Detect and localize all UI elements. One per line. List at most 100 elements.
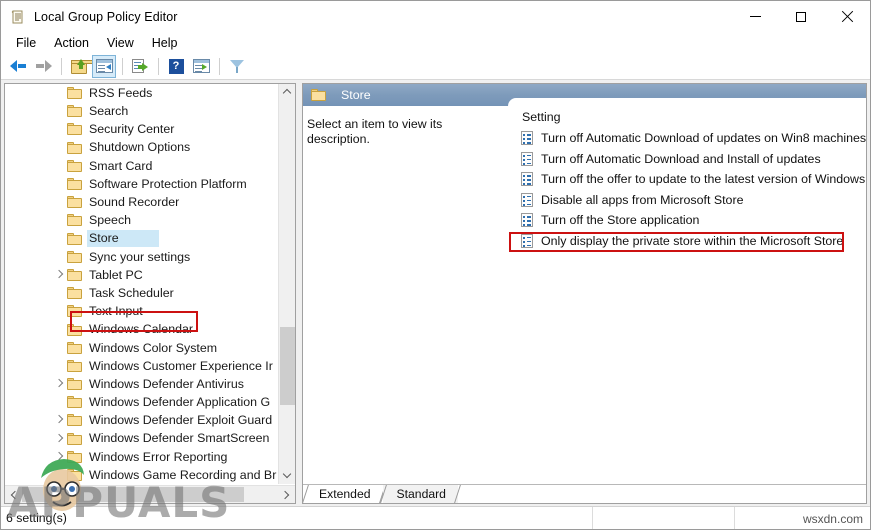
minimize-button[interactable] [732,1,778,32]
maximize-button[interactable] [778,1,824,32]
tree-item[interactable]: Windows Error Reporting [5,448,277,466]
tab-extended[interactable]: Extended [303,485,386,503]
tree-item[interactable]: Smart Card [5,157,277,175]
toolbar-separator-1 [61,57,62,75]
folder-icon [67,87,82,100]
tree-horizontal-scrollbar[interactable] [5,485,295,503]
tree-item[interactable]: RSS Feeds [5,84,277,102]
tree-item-label: RSS Feeds [89,85,153,100]
forward-arrow-icon [35,59,52,73]
tree-item-label: Windows Defender Antivirus [89,376,244,391]
tree-item[interactable]: Security Center [5,120,277,138]
up-one-level-button[interactable] [67,55,99,78]
tree-item[interactable]: Text Input [5,302,277,320]
tree-item[interactable]: Windows Color System [5,339,277,357]
setting-row[interactable]: Turn off Automatic Download of updates o… [509,128,866,149]
tree-item-label: Store [87,230,159,247]
tree-item[interactable]: Windows Defender Exploit Guard [5,411,277,429]
folder-icon [67,159,82,172]
status-bar: 6 setting(s) wsxdn.com [1,506,870,529]
tree-item[interactable]: Task Scheduler [5,284,277,302]
tree-item-label: Windows Customer Experience Ir [89,358,273,373]
tree-scroll-right-button[interactable] [278,486,295,503]
tab-standard[interactable]: Standard [379,485,461,503]
setting-label: Only display the private store within th… [541,233,844,248]
setting-label: Turn off the offer to update to the late… [541,172,866,187]
maximize-icon [796,11,806,22]
status-divider-2 [734,507,735,529]
toolbar-separator-2 [122,57,123,75]
tree-vertical-scrollbar[interactable] [278,84,295,484]
folder-icon [67,214,82,227]
setting-row[interactable]: Turn off the offer to update to the late… [509,169,866,190]
tree-item[interactable]: Store [5,230,277,248]
tree-item[interactable]: Windows Calendar [5,320,277,338]
tree-item[interactable]: Windows Defender SmartScreen [5,430,277,448]
column-header-setting[interactable]: Setting [509,106,866,128]
folder-icon [67,305,82,318]
forward-button[interactable] [31,55,55,78]
tree-item[interactable]: Speech [5,211,277,229]
tree-item[interactable]: Sync your settings [5,248,277,266]
window-title: Local Group Policy Editor [34,9,178,24]
chevron-right-icon[interactable] [55,271,63,279]
tree-item[interactable]: Windows Defender Application G [5,393,277,411]
tree-item[interactable]: Windows Game Recording and Br [5,466,277,484]
folder-icon [311,89,326,101]
export-list-button[interactable] [128,55,152,78]
policy-setting-icon [521,213,534,228]
tree-item-label: Text Input [89,304,143,319]
menu-view[interactable]: View [98,34,143,52]
tree-item[interactable]: Windows Defender Antivirus [5,375,277,393]
setting-row[interactable]: Turn off the Store application [509,210,866,231]
view-tabs[interactable]: Extended Standard [303,484,866,503]
tree-item-label: Sound Recorder [89,195,180,210]
tree-scroll-up-button[interactable] [279,84,295,101]
tree-hscroll-thumb[interactable] [22,487,244,502]
properties-button[interactable] [189,55,213,78]
tree-item[interactable]: Search [5,102,277,120]
folder-icon [67,287,82,300]
tree-item[interactable]: Windows Customer Experience Ir [5,357,277,375]
chevron-right-icon[interactable] [55,453,63,461]
tree-item-label: Windows Defender Exploit Guard [89,413,273,428]
folder-icon [67,323,82,336]
tree-item[interactable]: Software Protection Platform [5,175,277,193]
minimize-icon [749,16,761,17]
menu-file[interactable]: File [7,34,45,52]
chevron-right-icon[interactable] [55,380,63,388]
tree-vscroll-thumb[interactable] [280,327,295,405]
folder-icon [67,141,82,154]
help-button[interactable]: ? [164,55,188,78]
close-button[interactable] [824,1,870,32]
window-controls [732,1,870,32]
tree-item-label: Windows Defender Application G [89,395,271,410]
tab-label: Standard [396,487,446,501]
menu-action[interactable]: Action [45,34,98,52]
tree-item[interactable]: Tablet PC [5,266,277,284]
chevron-right-icon[interactable] [55,435,63,443]
back-button[interactable] [6,55,30,78]
toolbar-separator-4 [219,57,220,75]
show-hide-tree-button[interactable] [92,54,116,78]
filter-button[interactable] [225,55,249,78]
tree-item-label: Windows Defender SmartScreen [89,431,270,446]
settings-pane: Store Select an item to view its descrip… [302,83,867,504]
menu-help[interactable]: Help [143,34,187,52]
folder-icon [67,232,82,245]
setting-row[interactable]: Only display the private store within th… [509,231,866,252]
policy-tree[interactable]: RSS Feeds Search Security Center Shutdown O… [5,84,277,484]
chevron-right-icon[interactable] [55,416,63,424]
setting-row[interactable]: Disable all apps from Microsoft Store [509,190,866,211]
tree-scroll-left-button[interactable] [5,486,22,503]
folder-icon [67,178,82,191]
folder-icon [67,450,82,463]
settings-list[interactable]: Turn off Automatic Download of updates o… [509,128,866,251]
tree-scroll-down-button[interactable] [279,467,295,484]
description-pane: Select an item to view its description. [303,106,508,486]
tree-item[interactable]: Shutdown Options [5,139,277,157]
setting-label: Turn off the Store application [541,213,700,228]
setting-row[interactable]: Turn off Automatic Download and Install … [509,149,866,170]
tree-item-label: Windows Calendar [89,322,193,337]
tree-item[interactable]: Sound Recorder [5,193,277,211]
